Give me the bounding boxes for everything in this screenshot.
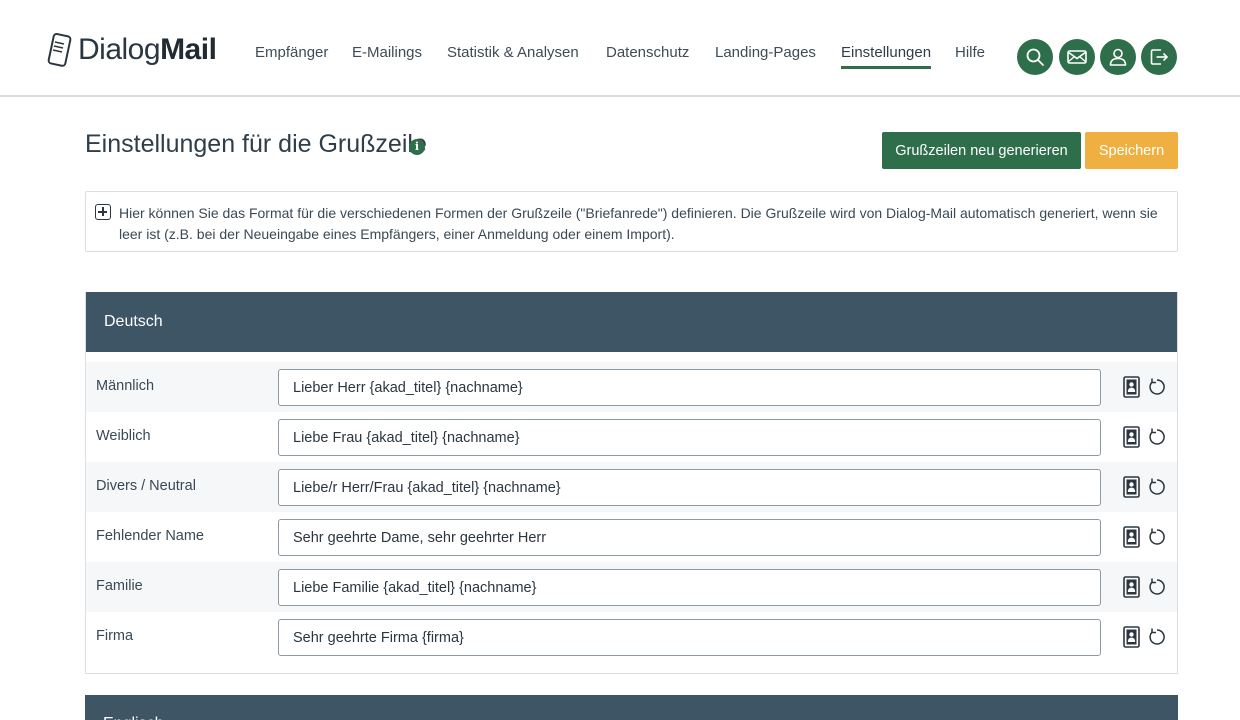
regenerate-greetings-button[interactable]: Grußzeilen neu generieren	[882, 132, 1081, 169]
greeting-row-weiblich: Weiblich	[86, 412, 1177, 462]
expand-plus-icon[interactable]	[95, 204, 111, 220]
greeting-row-fehlender-name: Fehlender Name	[86, 512, 1177, 562]
reset-icon[interactable]	[1147, 527, 1167, 547]
nav-item-landing-pages[interactable]: Landing-Pages	[715, 44, 816, 61]
greeting-input-weiblich[interactable]	[278, 419, 1101, 456]
reset-icon[interactable]	[1147, 577, 1167, 597]
logout-button[interactable]	[1141, 39, 1177, 75]
row-label: Fehlender Name	[96, 528, 204, 544]
user-icon	[1109, 48, 1127, 66]
app-logo[interactable]: DialogMail	[46, 30, 217, 70]
section-header: Deutsch	[86, 292, 1177, 352]
row-label: Männlich	[96, 378, 155, 394]
logout-icon	[1150, 49, 1169, 65]
greeting-row-maennlich: Männlich	[86, 362, 1177, 412]
mail-button[interactable]	[1059, 39, 1095, 75]
logo-text: DialogMail	[78, 33, 217, 67]
search-icon	[1026, 48, 1044, 66]
top-bar: DialogMail Empfänger E-Mailings Statisti…	[0, 0, 1240, 97]
row-label: Weiblich	[96, 428, 151, 444]
greeting-row-firma: Firma	[86, 612, 1177, 662]
row-label: Firma	[96, 628, 134, 644]
info-icon[interactable]: i	[409, 139, 425, 155]
logo-text-bold: Mail	[160, 33, 217, 66]
contact-card-icon[interactable]	[1123, 376, 1140, 398]
notice-text: Hier können Sie das Format für die versc…	[119, 205, 1158, 242]
reset-icon[interactable]	[1147, 627, 1167, 647]
search-button[interactable]	[1017, 39, 1053, 75]
user-button[interactable]	[1100, 39, 1136, 75]
contact-card-icon[interactable]	[1123, 526, 1140, 548]
nav-item-einstellungen[interactable]: Einstellungen	[841, 44, 932, 69]
mail-icon	[1067, 50, 1087, 64]
nav-item-empfaenger[interactable]: Empfänger	[255, 44, 328, 61]
logo-phone-icon	[47, 33, 72, 67]
reset-icon[interactable]	[1147, 427, 1167, 447]
nav-item-statistik[interactable]: Statistik & Analysen	[447, 44, 579, 61]
info-notice: Hier können Sie das Format für die versc…	[85, 191, 1178, 252]
row-label: Familie	[96, 578, 143, 594]
greeting-input-divers[interactable]	[278, 469, 1101, 506]
reset-icon[interactable]	[1147, 477, 1167, 497]
save-button[interactable]: Speichern	[1085, 132, 1178, 169]
greeting-input-maennlich[interactable]	[278, 369, 1101, 406]
contact-card-icon[interactable]	[1123, 426, 1140, 448]
greeting-row-divers: Divers / Neutral	[86, 462, 1177, 512]
section-englisch-header: Englisch	[85, 695, 1178, 720]
greeting-input-firma[interactable]	[278, 619, 1101, 656]
greeting-input-familie[interactable]	[278, 569, 1101, 606]
nav-item-e-mailings[interactable]: E-Mailings	[352, 44, 422, 61]
greeting-row-familie: Familie	[86, 562, 1177, 612]
nav-item-hilfe[interactable]: Hilfe	[955, 44, 985, 61]
contact-card-icon[interactable]	[1123, 476, 1140, 498]
reset-icon[interactable]	[1147, 377, 1167, 397]
contact-card-icon[interactable]	[1123, 576, 1140, 598]
page-title: Einstellungen für die Grußzeile	[85, 130, 427, 158]
section-deutsch: Deutsch Männlich Weiblich Divers / Neutr…	[85, 292, 1178, 674]
row-label: Divers / Neutral	[96, 478, 196, 494]
contact-card-icon[interactable]	[1123, 626, 1140, 648]
greeting-input-fehlender-name[interactable]	[278, 519, 1101, 556]
nav-item-datenschutz[interactable]: Datenschutz	[606, 44, 689, 61]
logo-text-regular: Dialog	[78, 33, 161, 66]
